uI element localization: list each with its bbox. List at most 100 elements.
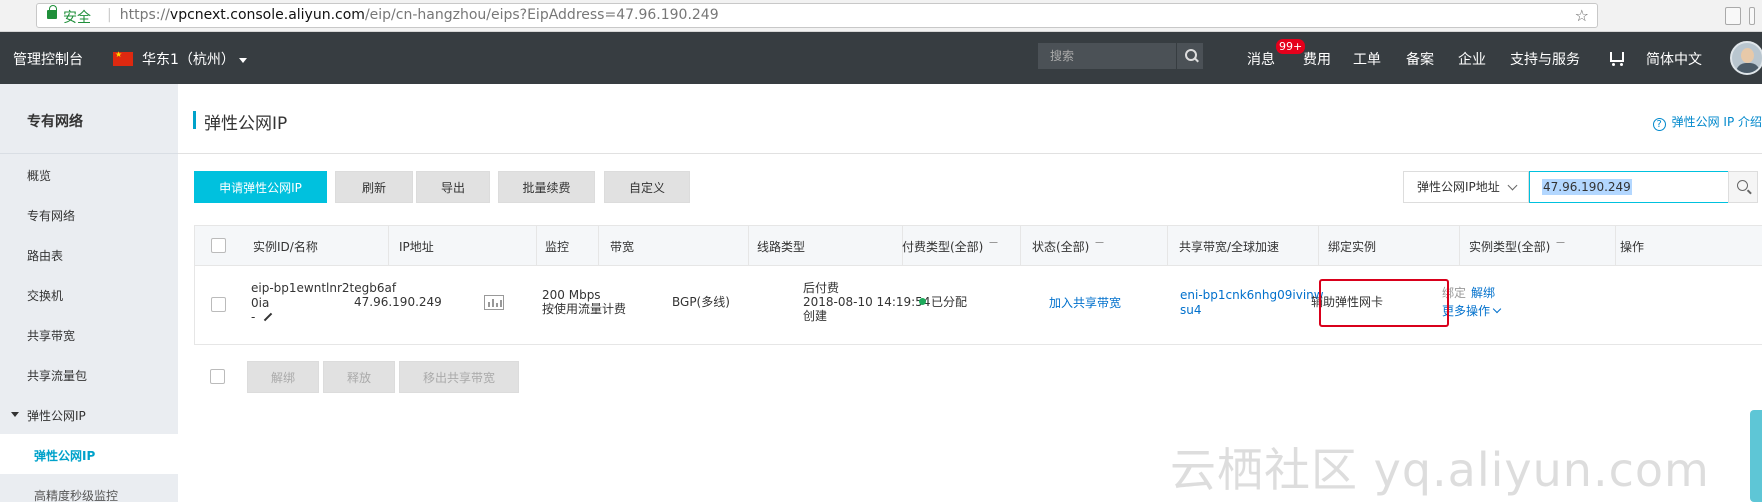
remove-shared-bandwidth-button[interactable]: 移出共享带宽 — [399, 361, 519, 393]
lock-icon — [47, 5, 57, 19]
messages-link[interactable]: 消息 — [1247, 49, 1275, 69]
apply-eip-button[interactable]: 申请弹性公网IP — [194, 171, 327, 203]
ticket-link[interactable]: 工单 — [1353, 49, 1381, 69]
filter-search-input[interactable]: 47.96.190.249 — [1529, 171, 1729, 203]
refresh-button[interactable]: 刷新 — [335, 171, 413, 203]
instance-name: - — [251, 310, 273, 325]
console-home-link[interactable]: 管理控制台 — [13, 49, 83, 69]
bound-instance-link-cont[interactable]: su4 — [1180, 303, 1202, 318]
sidebar-item-monitoring[interactable]: 高精度秒级监控 — [34, 487, 118, 504]
divider — [1318, 226, 1319, 266]
bottom-select-all-checkbox[interactable] — [210, 369, 225, 384]
col-instance-id: 实例ID/名称 — [253, 240, 318, 254]
billing-link[interactable]: 费用 — [1303, 49, 1331, 69]
billing-mode: 按使用流量计费 — [542, 302, 627, 316]
divider — [536, 226, 537, 266]
bound-instance-link[interactable]: eni-bp1cnk6nhg09ivinw — [1180, 288, 1324, 303]
sidebar-item-route-table[interactable]: 路由表 — [27, 247, 63, 264]
divider — [748, 226, 749, 266]
release-button[interactable]: 释放 — [323, 361, 395, 393]
unbind-button[interactable]: 解绑 — [247, 361, 319, 393]
cart-icon[interactable] — [1610, 52, 1624, 66]
col-pay-type[interactable]: 付费类型(全部) — [902, 238, 999, 255]
row-checkbox[interactable] — [211, 297, 226, 312]
sidebar: 专有网络 概览 专有网络 路由表 交换机 共享带宽 共享流量包 弹性公网IP 弹… — [0, 84, 178, 504]
enterprise-link[interactable]: 企业 — [1458, 49, 1486, 69]
table-header: 实例ID/名称 IP地址 监控 带宽 线路类型 付费类型(全部) 状态(全部) … — [195, 226, 1762, 266]
sidebar-item-label: 弹性公网IP — [34, 449, 96, 463]
col-bandwidth: 带宽 — [610, 240, 635, 254]
search-input[interactable] — [1038, 43, 1176, 69]
secure-label: 安全 — [63, 10, 91, 26]
extension-icon[interactable] — [1725, 7, 1741, 25]
highlight-box — [1319, 279, 1449, 327]
line-type: BGP(多线) — [672, 295, 730, 309]
ip-address: 47.96.190.249 — [354, 295, 442, 309]
filter-icon[interactable] — [1095, 242, 1105, 251]
search-button[interactable] — [1728, 171, 1758, 203]
page-header: 弹性公网IP ? 弹性公网 IP 介绍 — [178, 84, 1762, 154]
bookmark-star-icon[interactable]: ☆ — [1575, 6, 1589, 25]
icp-link[interactable]: 备案 — [1406, 49, 1434, 69]
eip-table: 实例ID/名称 IP地址 监控 带宽 线路类型 付费类型(全部) 状态(全部) … — [194, 225, 1762, 345]
sidebar-item-shared-traffic[interactable]: 共享流量包 — [27, 367, 87, 384]
sidebar-item-vpc[interactable]: 专有网络 — [27, 207, 75, 224]
sidebar-item-eip-active[interactable]: 弹性公网IP — [0, 434, 178, 474]
search-icon[interactable] — [1176, 43, 1203, 69]
watermark: 云栖社区 yq.aliyun.com — [1170, 443, 1710, 497]
region-selector[interactable]: 华东1（杭州） — [142, 49, 235, 69]
divider — [1167, 226, 1168, 266]
col-bound-instance: 绑定实例 — [1328, 240, 1377, 254]
divider — [388, 226, 389, 266]
chevron-down-icon — [1492, 304, 1502, 314]
divider — [1459, 226, 1460, 266]
sidebar-group-eip[interactable]: 弹性公网IP — [27, 407, 86, 424]
china-flag-icon — [113, 50, 133, 66]
divider — [1615, 226, 1616, 266]
title-accent-bar — [193, 111, 196, 129]
sidebar-item-overview[interactable]: 概览 — [27, 167, 51, 184]
instance-id-cont[interactable]: 0ia — [251, 296, 269, 311]
filter-field-select[interactable]: 弹性公网IP地址 — [1403, 171, 1529, 203]
batch-renew-button[interactable]: 批量续费 — [498, 171, 595, 203]
status-dot-icon — [919, 298, 926, 305]
instance-id[interactable]: eip-bp1ewntlnr2tegb6af — [251, 281, 396, 296]
messages-badge: 99+ — [1276, 39, 1306, 54]
select-all-checkbox[interactable] — [211, 238, 226, 253]
col-instance-type[interactable]: 实例类型(全部) — [1469, 238, 1566, 255]
support-link[interactable]: 支持与服务 — [1510, 49, 1580, 69]
col-shared-bandwidth: 共享带宽/全球加速 — [1179, 240, 1280, 254]
url-field[interactable]: 安全 | https://vpcnext.console.aliyun.com/e… — [36, 3, 1598, 28]
table-row: eip-bp1ewntlnr2tegb6af 0ia - 47.96.190.2… — [195, 266, 1762, 344]
export-button[interactable]: 导出 — [416, 171, 490, 203]
caret-down-icon[interactable] — [11, 412, 19, 417]
filter-icon[interactable] — [1556, 242, 1566, 251]
sidebar-title: 专有网络 — [27, 114, 83, 130]
col-monitor: 监控 — [545, 240, 570, 254]
help-link[interactable]: ? 弹性公网 IP 介绍 — [1652, 113, 1762, 131]
sidebar-item-shared-bandwidth[interactable]: 共享带宽 — [27, 327, 75, 344]
url-text[interactable]: | https://vpcnext.console.aliyun.com/eip/… — [107, 7, 719, 23]
help-icon: ? — [1652, 118, 1666, 131]
status-badge: 已分配 — [919, 295, 967, 310]
customize-button[interactable]: 自定义 — [604, 171, 690, 203]
divider — [598, 226, 599, 266]
more-actions[interactable]: 更多操作 — [1442, 304, 1502, 319]
sidebar-item-vswitch[interactable]: 交换机 — [27, 287, 63, 304]
col-ip: IP地址 — [399, 240, 434, 254]
created-label: 创建 — [803, 309, 828, 323]
col-status[interactable]: 状态(全部) — [1032, 238, 1105, 255]
chevron-down-icon — [1507, 180, 1518, 191]
extension-icon[interactable] — [1749, 7, 1755, 25]
language-selector[interactable]: 简体中文 — [1646, 49, 1702, 69]
filter-icon[interactable] — [989, 242, 999, 251]
edit-icon[interactable] — [264, 312, 273, 322]
join-shared-bandwidth-link[interactable]: 加入共享带宽 — [1049, 296, 1121, 311]
col-line-type: 线路类型 — [757, 240, 806, 254]
divider — [1020, 226, 1021, 266]
unbind-action[interactable]: 解绑 — [1471, 286, 1495, 301]
feedback-tab[interactable] — [1750, 410, 1762, 502]
avatar[interactable] — [1730, 41, 1762, 75]
chevron-down-icon[interactable] — [239, 58, 247, 63]
monitor-chart-icon[interactable] — [484, 295, 504, 310]
